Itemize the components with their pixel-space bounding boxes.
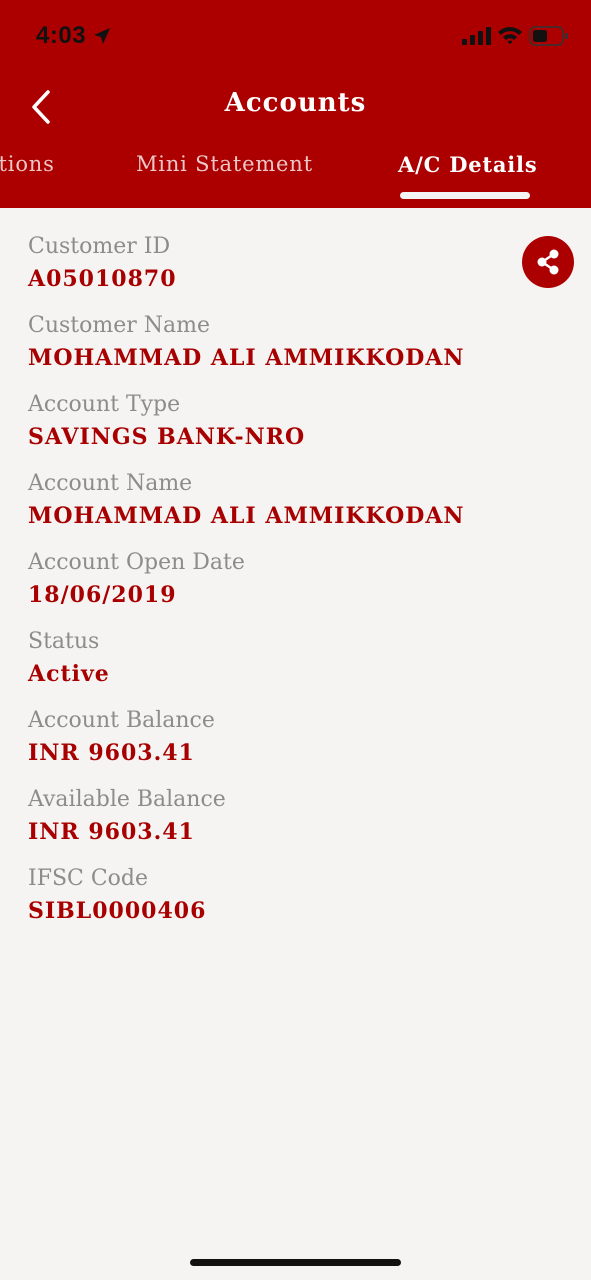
- detail-account-open-date: Account Open Date 18/06/2019: [28, 548, 508, 627]
- detail-account-balance: Account Balance INR 9603.41: [28, 706, 508, 785]
- detail-status: Status Active: [28, 627, 508, 706]
- tab-transactions[interactable]: ctions: [0, 152, 55, 176]
- detail-account-type: Account Type SAVINGS BANK-NRO: [28, 390, 508, 469]
- detail-available-balance: Available Balance INR 9603.41: [28, 785, 508, 864]
- detail-label: Customer Name: [28, 313, 211, 338]
- detail-value: MOHAMMAD ALI AMMIKKODAN: [28, 503, 465, 529]
- detail-value: A05010870: [28, 266, 177, 292]
- account-details-list: Customer ID A05010870 Customer Name MOHA…: [28, 232, 508, 943]
- detail-label: IFSC Code: [28, 866, 149, 891]
- detail-label: Status: [28, 629, 100, 654]
- share-icon: [537, 249, 559, 275]
- detail-value: Active: [28, 661, 110, 687]
- battery-icon: [529, 26, 568, 46]
- status-bar: 4:03: [0, 0, 591, 72]
- detail-customer-name: Customer Name MOHAMMAD ALI AMMIKKODAN: [28, 311, 508, 390]
- detail-label: Account Open Date: [28, 550, 245, 575]
- detail-ifsc-code: IFSC Code SIBL0000406: [28, 864, 508, 943]
- home-indicator: [190, 1259, 401, 1266]
- detail-label: Customer ID: [28, 234, 171, 259]
- detail-value: SIBL0000406: [28, 898, 207, 924]
- cellular-signal-icon: [462, 27, 491, 45]
- share-button[interactable]: [522, 236, 574, 288]
- detail-value: SAVINGS BANK-NRO: [28, 424, 306, 450]
- tab-mini-statement[interactable]: Mini Statement: [136, 152, 313, 176]
- page-title: Accounts: [224, 88, 367, 118]
- detail-value: INR 9603.41: [28, 819, 195, 845]
- detail-account-name: Account Name MOHAMMAD ALI AMMIKKODAN: [28, 469, 508, 548]
- detail-customer-id: Customer ID A05010870: [28, 232, 508, 311]
- wifi-icon: [498, 27, 522, 45]
- detail-value: INR 9603.41: [28, 740, 195, 766]
- detail-value: MOHAMMAD ALI AMMIKKODAN: [28, 345, 465, 371]
- detail-value: 18/06/2019: [28, 582, 177, 608]
- tab-ac-details[interactable]: A/C Details: [398, 152, 537, 177]
- app-header: 4:03 Accounts ctions Mini Statement A/C …: [0, 0, 591, 208]
- status-time: 4:03: [36, 22, 87, 49]
- location-arrow-icon: [94, 28, 110, 44]
- active-tab-indicator: [400, 192, 530, 199]
- detail-label: Account Balance: [28, 708, 215, 733]
- detail-label: Account Name: [28, 471, 193, 496]
- detail-label: Available Balance: [28, 787, 226, 812]
- detail-label: Account Type: [28, 392, 181, 417]
